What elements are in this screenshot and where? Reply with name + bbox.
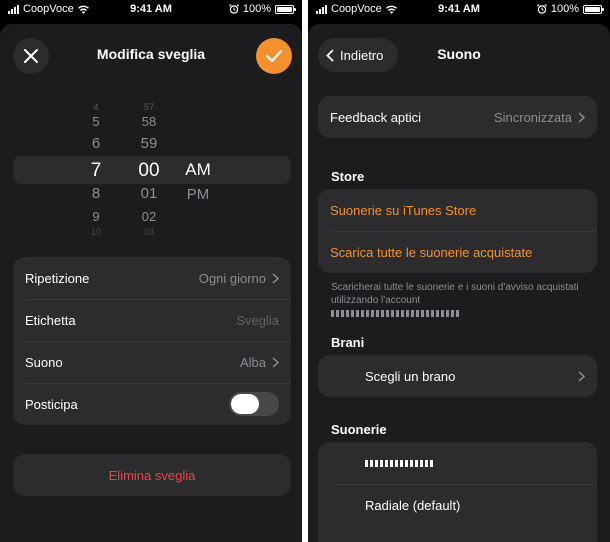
redacted-ringtone <box>365 459 433 467</box>
minute-option[interactable]: 02 <box>129 210 169 223</box>
minute-option[interactable]: 03 <box>129 228 169 235</box>
alarm-icon <box>228 4 239 14</box>
songs-header: Brani <box>331 335 365 350</box>
songs-group: Scegli un brano <box>318 355 597 397</box>
battery-icon <box>583 4 604 14</box>
hour-option[interactable]: 9 <box>76 210 116 223</box>
battery-percent: 100% <box>242 3 271 15</box>
haptics-label: Feedback aptici <box>330 109 422 125</box>
itunes-store-link[interactable]: Suonerie su iTunes Store <box>318 189 597 231</box>
minute-option[interactable]: 58 <box>129 115 169 128</box>
ringtones-header: Suonerie <box>331 422 387 437</box>
ringtone-label: Radiale (default) <box>365 497 461 513</box>
time-picker[interactable]: 4 5 6 7 8 9 10 57 58 59 00 01 02 03 AM P… <box>0 100 302 240</box>
store-group: Suonerie su iTunes Store Scarica tutte l… <box>318 189 597 273</box>
download-ringtones-link[interactable]: Scarica tutte le suonerie acquistate <box>318 231 597 273</box>
ringtones-group: Radiale (default) <box>318 442 597 542</box>
repeat-value: Ogni giorno <box>198 270 266 286</box>
save-button[interactable] <box>256 38 292 74</box>
battery-percent: 100% <box>550 3 579 15</box>
sound-row[interactable]: Suono Alba <box>13 341 291 383</box>
period-option[interactable]: PM <box>178 187 218 202</box>
edit-alarm-screen: CoopVoce 9:41 AM 100% Modifica sveglia 4… <box>0 0 302 542</box>
sound-label: Suono <box>25 354 63 370</box>
delete-alarm-button[interactable]: Elimina sveglia <box>13 454 291 496</box>
chevron-right-icon <box>272 356 279 368</box>
redacted-account <box>331 309 459 317</box>
chevron-right-icon <box>578 111 585 123</box>
haptics-value: Sincronizzata <box>493 109 572 125</box>
status-bar: CoopVoce 9:41 AM 100% <box>0 0 302 20</box>
edit-alarm-sheet: Modifica sveglia 4 5 6 7 8 9 10 57 58 59… <box>0 24 302 542</box>
haptics-group: Feedback aptici Sincronizzata <box>318 96 597 138</box>
checkmark-icon <box>265 49 283 63</box>
hour-option[interactable]: 6 <box>76 136 116 151</box>
toggle-knob <box>231 394 259 414</box>
hour-option[interactable]: 10 <box>76 228 116 235</box>
hour-option[interactable]: 4 <box>76 103 116 112</box>
snooze-row: Posticipa <box>13 383 291 425</box>
alarm-icon <box>536 4 547 14</box>
choose-song-row[interactable]: Scegli un brano <box>318 355 597 397</box>
battery-icon <box>275 4 296 14</box>
sound-sheet: Indietro Suono Feedback aptici Sincroniz… <box>308 24 610 542</box>
store-footer-text: Scaricherai tutte le suonerie e i suoni … <box>331 282 579 306</box>
repeat-label: Ripetizione <box>25 270 90 286</box>
hour-selected[interactable]: 7 <box>76 161 116 180</box>
choose-song-label: Scegli un brano <box>365 368 456 384</box>
hour-option[interactable]: 5 <box>76 115 116 128</box>
snooze-toggle[interactable] <box>229 392 279 416</box>
minute-option[interactable]: 59 <box>129 136 169 151</box>
status-bar: CoopVoce 9:41 AM 100% <box>308 0 610 20</box>
page-title: Suono <box>437 46 481 62</box>
alarm-settings-group: Ripetizione Ogni giorno Etichetta Svegli… <box>13 257 291 425</box>
store-header: Store <box>331 169 365 184</box>
chevron-right-icon <box>272 272 279 284</box>
alarm-label-label: Etichetta <box>25 312 76 328</box>
hour-option[interactable]: 8 <box>76 186 116 201</box>
chevron-right-icon <box>578 370 585 382</box>
haptics-row[interactable]: Feedback aptici Sincronizzata <box>318 96 597 138</box>
period-selected[interactable]: AM <box>178 161 218 178</box>
minute-option[interactable]: 57 <box>129 103 169 112</box>
ringtone-item[interactable] <box>318 442 597 484</box>
sound-value: Alba <box>239 354 266 370</box>
minute-selected[interactable]: 00 <box>129 161 169 180</box>
repeat-row[interactable]: Ripetizione Ogni giorno <box>13 257 291 299</box>
label-row[interactable]: Etichetta Sveglia <box>13 299 291 341</box>
alarm-label-input[interactable]: Sveglia <box>236 313 279 328</box>
store-footer: Scaricherai tutte le suonerie e i suoni … <box>331 281 581 320</box>
sound-screen: CoopVoce 9:41 AM 100% Indietro Suono Fee… <box>308 0 610 542</box>
snooze-label: Posticipa <box>25 396 78 412</box>
minute-option[interactable]: 01 <box>129 186 169 201</box>
ringtone-item[interactable]: Radiale (default) <box>318 484 597 526</box>
